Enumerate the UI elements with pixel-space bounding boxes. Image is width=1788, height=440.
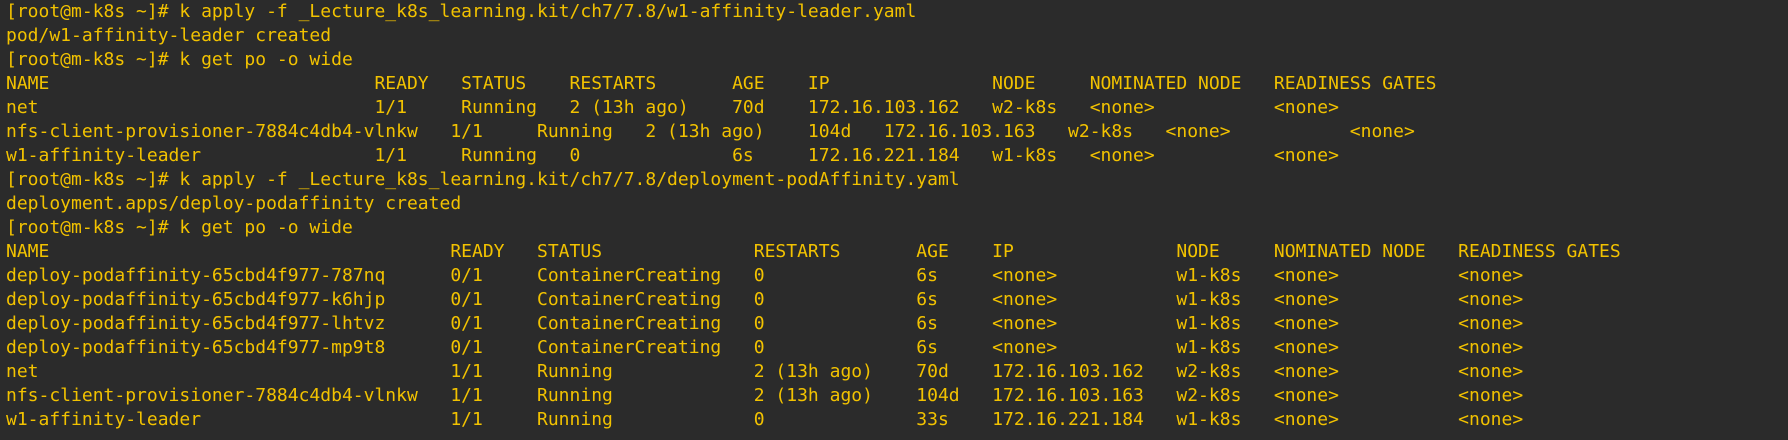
terminal-window[interactable]: [root@m-k8s ~]# k apply -f _Lecture_k8s_… bbox=[0, 0, 1788, 440]
terminal-line-prompt: [root@m-k8s ~]# k get po -o wide bbox=[6, 217, 353, 238]
terminal-line-output: deployment.apps/deploy-podaffinity creat… bbox=[6, 193, 462, 214]
table-row: deploy-podaffinity-65cbd4f977-mp9t8 0/1 … bbox=[6, 337, 1524, 358]
terminal-line-prompt: [root@m-k8s ~]# k apply -f _Lecture_k8s_… bbox=[6, 169, 960, 190]
terminal-line-prompt: [root@m-k8s ~]# k apply -f _Lecture_k8s_… bbox=[6, 1, 917, 22]
table-row: w1-affinity-leader 1/1 Running 0 6s 172.… bbox=[6, 145, 1339, 166]
table-header: NAME READY STATUS RESTARTS AGE IP NODE N… bbox=[6, 73, 1437, 94]
table-header: NAME READY STATUS RESTARTS AGE IP NODE N… bbox=[6, 241, 1621, 262]
terminal-line-prompt: [root@m-k8s ~]# k get po -o wide bbox=[6, 49, 353, 70]
terminal-line-output: pod/w1-affinity-leader created bbox=[6, 25, 332, 46]
table-row: net 1/1 Running 2 (13h ago) 70d 172.16.1… bbox=[6, 97, 1339, 118]
table-row: deploy-podaffinity-65cbd4f977-k6hjp 0/1 … bbox=[6, 289, 1524, 310]
table-row: deploy-podaffinity-65cbd4f977-lhtvz 0/1 … bbox=[6, 313, 1524, 334]
table-row: deploy-podaffinity-65cbd4f977-787nq 0/1 … bbox=[6, 265, 1524, 286]
table-row: nfs-client-provisioner-7884c4db4-vlnkw 1… bbox=[6, 121, 1415, 142]
table-row: w1-affinity-leader 1/1 Running 0 33s 172… bbox=[6, 409, 1524, 430]
table-row: nfs-client-provisioner-7884c4db4-vlnkw 1… bbox=[6, 385, 1524, 406]
table-row: net 1/1 Running 2 (13h ago) 70d 172.16.1… bbox=[6, 361, 1524, 382]
